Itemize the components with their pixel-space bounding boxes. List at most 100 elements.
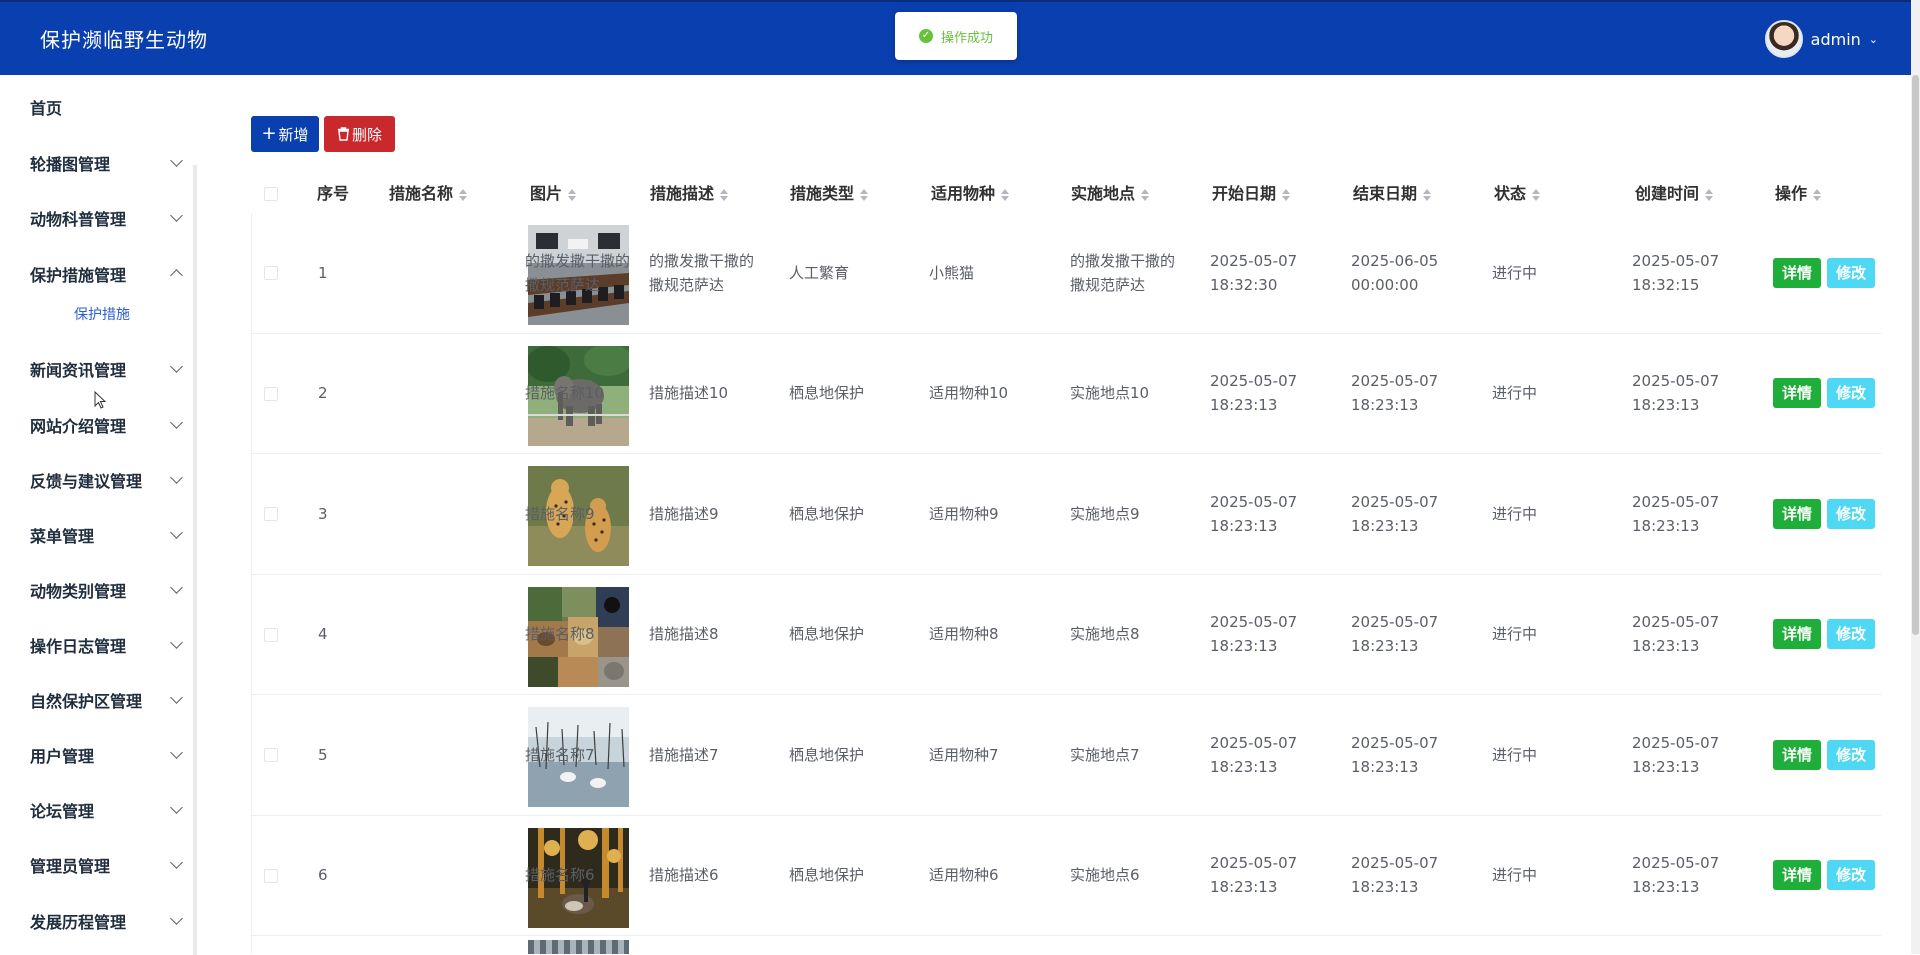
row-checkbox[interactable]	[264, 627, 278, 642]
edit-button[interactable]: 修改	[1827, 739, 1875, 770]
sidebar-item-7[interactable]: 菜单管理	[0, 512, 193, 558]
sidebar-item-label: 论坛管理	[30, 802, 95, 821]
cell-desc: 措施描述6	[649, 866, 719, 885]
sidebar-item-6[interactable]: 反馈与建议管理	[0, 457, 193, 503]
sidebar-item-11[interactable]: 用户管理	[0, 732, 193, 778]
cell-type: 人工繁育	[789, 263, 850, 282]
edit-button[interactable]: 修改	[1827, 378, 1875, 409]
sidebar-item-label: 动物类别管理	[30, 582, 127, 601]
detail-button[interactable]: 详情	[1773, 257, 1821, 288]
detail-button[interactable]: 详情	[1773, 739, 1821, 770]
chevron-down-icon	[170, 209, 183, 222]
sidebar-item-label: 自然保护区管理	[30, 692, 143, 711]
check-circle-icon: ✓	[918, 29, 933, 43]
sidebar-subitem-protection-measures[interactable]: 保护措施	[0, 296, 193, 332]
avatar[interactable]	[1764, 20, 1803, 58]
detail-button[interactable]: 详情	[1773, 498, 1821, 529]
add-button[interactable]: + 新增	[251, 116, 319, 152]
sidebar-item-10[interactable]: 自然保护区管理	[0, 677, 193, 723]
cell-start: 2025-05-07 18:23:13	[1210, 733, 1298, 776]
sidebar-item-12[interactable]: 论坛管理	[0, 787, 193, 833]
username[interactable]: admin	[1811, 30, 1861, 49]
sort-icon[interactable]	[459, 188, 468, 201]
sort-icon[interactable]	[1001, 188, 1010, 201]
column-header-4[interactable]: 措施类型	[790, 175, 869, 213]
cell-desc: 措施描述7	[649, 745, 719, 764]
column-header-2[interactable]: 图片	[530, 175, 577, 213]
row-checkbox[interactable]	[264, 266, 278, 280]
cell-created: 2025-05-07 18:23:13	[1632, 854, 1720, 897]
cell-created: 2025-05-07 18:32:15	[1632, 251, 1720, 294]
column-header-11[interactable]: 操作	[1775, 175, 1822, 213]
column-header-9[interactable]: 状态	[1494, 175, 1541, 213]
cell-type: 栖息地保护	[789, 504, 865, 523]
cell-name: 措施名称9	[525, 504, 595, 523]
sort-icon[interactable]	[1813, 188, 1822, 201]
sort-icon[interactable]	[1141, 188, 1150, 201]
edit-button[interactable]: 修改	[1827, 860, 1875, 891]
cell-species: 适用物种7	[929, 745, 999, 764]
sidebar-item-1[interactable]: 轮播图管理	[0, 140, 193, 186]
sort-icon[interactable]	[860, 188, 869, 201]
sidebar-item-2[interactable]: 动物科普管理	[0, 195, 193, 241]
sort-icon[interactable]	[1423, 188, 1432, 201]
detail-button[interactable]: 详情	[1773, 619, 1821, 650]
column-header-5[interactable]: 适用物种	[931, 175, 1010, 213]
cell-species: 适用物种8	[929, 625, 999, 644]
cell-name: 措施名称10	[525, 384, 605, 403]
chevron-down-icon	[170, 154, 183, 167]
column-header-10[interactable]: 创建时间	[1635, 175, 1714, 213]
sidebar-item-3[interactable]: 保护措施管理	[0, 251, 193, 297]
chevron-down-icon	[170, 471, 183, 484]
sort-icon[interactable]	[1532, 188, 1541, 201]
row-checkbox[interactable]	[264, 386, 278, 401]
table-row: 4 措施名称8 措施描述8 栖息地保护 适用物种8 实施地点8 2025-05-07 18:…	[251, 575, 1881, 695]
cell-start: 2025-05-07 18:23:13	[1210, 372, 1298, 415]
detail-button[interactable]: 详情	[1773, 378, 1821, 409]
cell-name: 措施名称6	[525, 866, 595, 885]
scrollbar-thumb[interactable]	[1912, 75, 1919, 635]
column-header-7[interactable]: 开始日期	[1212, 175, 1291, 213]
column-header-6[interactable]: 实施地点	[1071, 175, 1150, 213]
app-title: 保护濒临野生动物	[40, 28, 208, 52]
delete-button[interactable]: 删除	[324, 116, 395, 152]
sidebar-item-8[interactable]: 动物类别管理	[0, 567, 193, 613]
sidebar-item-label: 网站介绍管理	[30, 417, 127, 436]
cell-place: 实施地点8	[1070, 625, 1140, 644]
user-menu[interactable]: admin ⌄	[1764, 20, 1878, 58]
column-header-label: 序号	[317, 184, 350, 203]
cell-status: 进行中	[1492, 504, 1538, 523]
data-table: 序号 措施名称 图片 措施描述 措施类型 适用物种 实施地点 开始日期 结束日期 状态 创建时间 操作…	[251, 175, 1881, 936]
edit-button[interactable]: 修改	[1827, 498, 1875, 529]
sidebar-scrollbar[interactable]	[193, 165, 197, 955]
chevron-down-icon	[170, 746, 183, 759]
chevron-down-icon	[170, 691, 183, 704]
detail-button[interactable]: 详情	[1773, 860, 1821, 891]
sidebar-item-9[interactable]: 操作日志管理	[0, 622, 193, 668]
cell-start: 2025-05-07 18:23:13	[1210, 854, 1298, 897]
column-header-3[interactable]: 措施描述	[650, 175, 729, 213]
sidebar-item-13[interactable]: 管理员管理	[0, 842, 193, 888]
sidebar-item-4[interactable]: 新闻资讯管理	[0, 346, 193, 392]
sort-icon[interactable]	[720, 188, 729, 201]
table-row: 1 的撒发撒干撒的撒规范萨达 的撒发撒干撒的撒规范萨达 人工繁育 小熊猫 的撒发撒干撒的撒…	[251, 213, 1881, 334]
sort-icon[interactable]	[1282, 188, 1291, 201]
sort-icon[interactable]	[568, 188, 577, 201]
row-checkbox[interactable]	[264, 507, 278, 521]
chevron-down-icon	[170, 581, 183, 594]
column-header-1[interactable]: 措施名称	[389, 175, 468, 213]
sidebar-item-0[interactable]: 首页	[0, 84, 193, 130]
cell-name: 措施名称7	[525, 745, 595, 764]
page-scrollbar[interactable]	[1911, 0, 1920, 954]
edit-button[interactable]: 修改	[1827, 619, 1875, 650]
column-header-label: 措施描述	[650, 184, 715, 203]
mouse-cursor-icon	[94, 391, 107, 409]
edit-button[interactable]: 修改	[1827, 257, 1875, 288]
sort-icon[interactable]	[1705, 188, 1714, 201]
row-checkbox[interactable]	[264, 748, 278, 762]
column-header-8[interactable]: 结束日期	[1353, 175, 1432, 213]
select-all-checkbox[interactable]	[264, 187, 278, 201]
sidebar-item-14[interactable]: 发展历程管理	[0, 898, 193, 944]
chevron-down-icon[interactable]: ⌄	[1869, 33, 1878, 46]
row-checkbox[interactable]	[264, 868, 278, 883]
